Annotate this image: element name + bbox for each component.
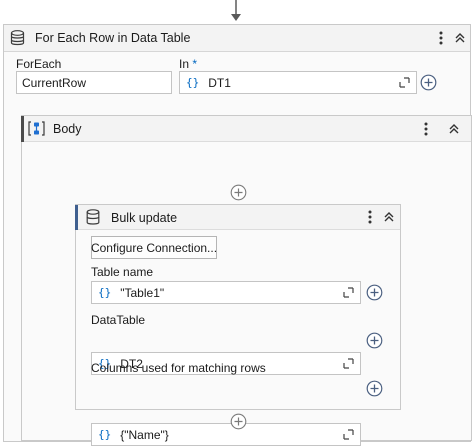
body-header[interactable]: Body: [21, 116, 471, 142]
foreach-variable-input[interactable]: CurrentRow: [16, 71, 172, 94]
in-label: In *: [179, 57, 198, 71]
bulk-update-activity[interactable]: Bulk update Configure Connection... Tabl…: [75, 204, 401, 446]
connector-arrow-icon: [231, 0, 241, 21]
expand-editor-icon[interactable]: [399, 77, 410, 88]
for-each-row-activity[interactable]: For Each Row in Data Table ForEach Curre…: [3, 24, 472, 446]
in-expression-input[interactable]: {} DT1: [179, 71, 417, 94]
datatable-label: DataTable: [91, 313, 146, 327]
database-stack-icon: [10, 30, 25, 46]
foreach-variable-value: CurrentRow: [22, 75, 87, 90]
add-activity-icon[interactable]: [230, 413, 247, 430]
expression-braces-icon: {}: [186, 76, 200, 89]
kebab-menu-icon[interactable]: [433, 29, 449, 47]
database-icon: [86, 209, 100, 225]
kebab-menu-icon[interactable]: [418, 120, 434, 138]
expand-editor-icon[interactable]: [343, 358, 354, 369]
add-circle-icon[interactable]: [366, 380, 383, 397]
activity-title: For Each Row in Data Table: [35, 31, 191, 45]
kebab-menu-icon[interactable]: [362, 208, 378, 226]
body-title: Body: [53, 122, 82, 136]
columns-input[interactable]: {} {"Name"}: [91, 423, 361, 446]
in-expression-value: DT1: [208, 75, 231, 90]
add-activity-icon[interactable]: [230, 184, 247, 201]
columns-label: Columns used for matching rows: [91, 361, 266, 375]
expand-editor-icon[interactable]: [343, 287, 354, 298]
body-accent-bar: [21, 116, 24, 142]
add-circle-icon[interactable]: [366, 284, 383, 301]
foreach-label: ForEach: [16, 57, 62, 71]
collapse-chevrons-icon[interactable]: [381, 208, 397, 226]
add-circle-icon[interactable]: [420, 74, 437, 91]
configure-connection-button[interactable]: Configure Connection...: [91, 236, 217, 259]
table-name-input[interactable]: {} "Table1": [91, 281, 361, 304]
collapse-chevrons-icon[interactable]: [446, 120, 462, 138]
table-name-value: "Table1": [120, 285, 165, 300]
expression-braces-icon: {}: [98, 428, 112, 441]
bulk-update-title: Bulk update: [111, 211, 178, 225]
collapse-chevrons-icon[interactable]: [452, 29, 468, 47]
body-sequence[interactable]: Body Bulk update Configure Connection...…: [21, 115, 472, 446]
table-name-label: Table name: [91, 265, 154, 279]
expression-braces-icon: {}: [98, 286, 112, 299]
bulk-update-header[interactable]: Bulk update: [75, 205, 400, 230]
bulk-accent-bar: [75, 205, 78, 230]
activity-header[interactable]: For Each Row in Data Table: [4, 25, 470, 52]
expand-editor-icon[interactable]: [343, 429, 354, 440]
required-marker: *: [192, 57, 198, 71]
add-circle-icon[interactable]: [366, 332, 383, 349]
columns-value: {"Name"}: [120, 427, 169, 442]
sequence-body-icon: [28, 121, 45, 136]
